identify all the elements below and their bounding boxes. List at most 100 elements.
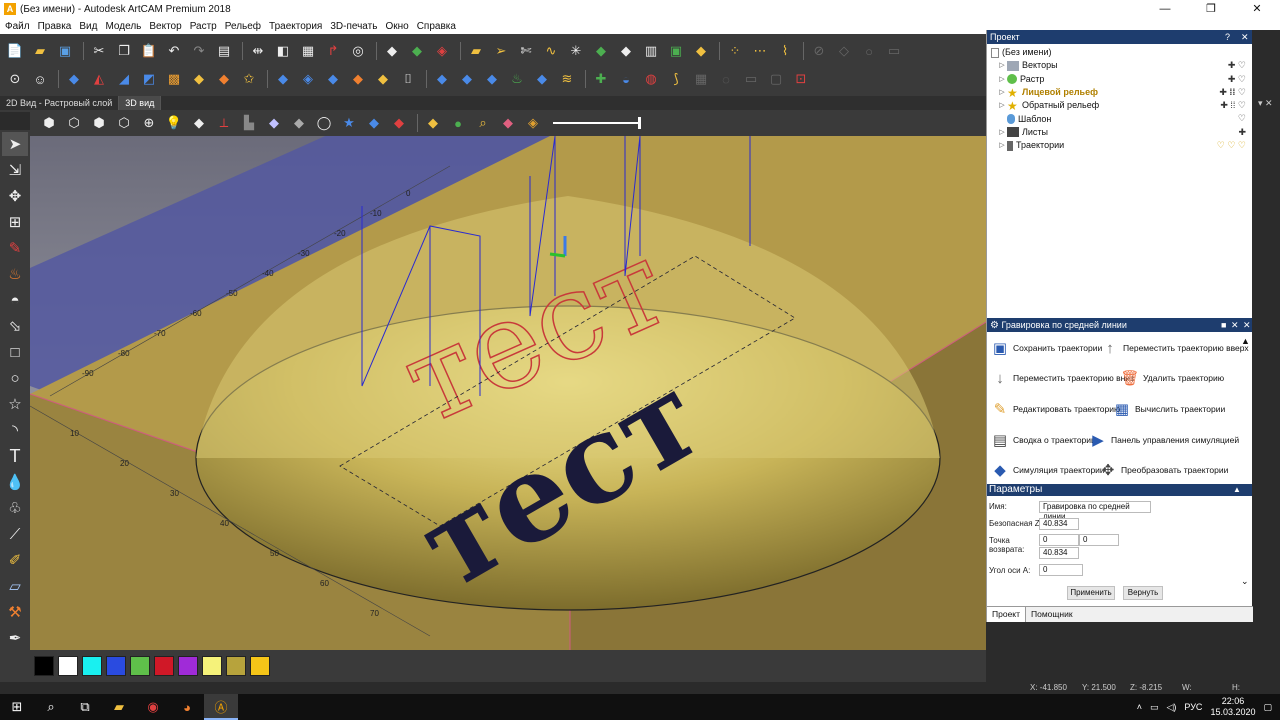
layer-blue-3-icon[interactable]: ◆ [481, 68, 503, 90]
split-view-icon[interactable]: ◧ [272, 40, 294, 62]
frame-icon[interactable]: ▥ [640, 40, 662, 62]
disabled-tool-icon[interactable]: ▭ [740, 68, 762, 90]
home-z-field[interactable]: 40.834 [1039, 547, 1079, 559]
yellow-view-icon[interactable]: ◆ [422, 112, 444, 134]
task-view-icon[interactable]: ⧉ [68, 694, 102, 720]
layer-view-2-icon[interactable]: ◆ [288, 112, 310, 134]
float-icon[interactable]: ✕ [1231, 318, 1239, 332]
undo-icon[interactable]: ↶ [163, 40, 185, 62]
layer-green-icon[interactable]: ◆ [590, 40, 612, 62]
menu-3d-print[interactable]: 3D-печать [330, 21, 377, 32]
eyedropper-icon[interactable]: ✒ [2, 626, 28, 650]
vector-select-icon[interactable]: ⬂ [2, 314, 28, 338]
curve-icon[interactable]: ∿ [540, 40, 562, 62]
relief-paint-icon[interactable]: ◆ [381, 40, 403, 62]
axes-icon[interactable]: ⟂ [213, 112, 235, 134]
measure-icon[interactable]: ⇹ [247, 40, 269, 62]
tree-item-sheets[interactable]: ▷ Листы ✚ [991, 126, 1252, 139]
color-swatch-black[interactable] [34, 656, 54, 676]
transform-toolpaths-button[interactable]: ✥ Преобразовать траектории [1097, 456, 1229, 484]
delete-toolpath-button[interactable]: 🗑 Удалить траекторию [1119, 364, 1224, 392]
expand-icon[interactable]: ▷ [997, 86, 1007, 99]
menu-bitmap[interactable]: Растр [190, 21, 217, 32]
tree-item-actions[interactable]: ♡ [1238, 112, 1246, 125]
cube-front-icon[interactable]: ⬡ [63, 112, 85, 134]
color-swatch-red[interactable] [154, 656, 174, 676]
transform-icon[interactable]: ✥ [2, 184, 28, 208]
redo-icon[interactable]: ↷ [188, 40, 210, 62]
save-icon[interactable]: ▣ [54, 40, 76, 62]
move-up-button[interactable]: ↑ Переместить траекторию вверх [1099, 334, 1248, 362]
target-frame-icon[interactable]: ⊡ [790, 68, 812, 90]
project-close-button[interactable]: ✕ [1241, 30, 1249, 44]
file-explorer-icon[interactable]: ▰ [102, 694, 136, 720]
maximize-button[interactable]: ❐ [1188, 0, 1234, 18]
blue-shape-icon[interactable]: ◆ [63, 68, 85, 90]
parameters-collapse-icon[interactable]: ▲ [1233, 484, 1241, 496]
transparency-slider[interactable] [553, 117, 641, 129]
notes-icon[interactable]: ▤ [213, 40, 235, 62]
star-blue-icon[interactable]: ★ [338, 112, 360, 134]
node-edit-icon[interactable]: ⇲ [2, 158, 28, 182]
toolpath-close-icon[interactable]: ✕ [1243, 318, 1251, 332]
collapse-up-icon[interactable]: ▲ [1241, 336, 1250, 346]
relief-color-icon[interactable]: ◈ [431, 40, 453, 62]
disabled-tool-icon[interactable]: ▢ [765, 68, 787, 90]
rainbow-icon[interactable]: ◈ [522, 112, 544, 134]
blue-plate-icon[interactable]: ◆ [322, 68, 344, 90]
yellow-plate-icon[interactable]: ◆ [372, 68, 394, 90]
color-layer-icon[interactable]: ◆ [497, 112, 519, 134]
pot-icon[interactable]: ◒ [615, 68, 637, 90]
disabled-tool-icon[interactable]: ◇ [833, 40, 855, 62]
tree-item-actions[interactable]: ✚ ♡ [1228, 59, 1246, 72]
expand-icon[interactable]: ▷ [997, 99, 1007, 112]
machine-icon[interactable]: ▙ [238, 112, 260, 134]
orange-lift-icon[interactable]: ◆ [213, 68, 235, 90]
apply-button[interactable]: Применить [1067, 586, 1115, 600]
expand-icon[interactable]: ▷ [997, 73, 1007, 86]
volume-icon[interactable]: ◁) [1166, 702, 1176, 713]
chrome-icon[interactable]: ◉ [136, 694, 170, 720]
network-icon[interactable]: ▭ [1150, 702, 1159, 713]
cube-iso-icon[interactable]: ⬢ [38, 112, 60, 134]
drop-icon[interactable]: 💧 [2, 470, 28, 494]
copy-icon[interactable]: ❐ [113, 40, 135, 62]
eraser-icon[interactable]: ▱ [2, 574, 28, 598]
star-icon[interactable]: ☆ [2, 392, 28, 416]
bracket-icon[interactable]: ⟆ [665, 68, 687, 90]
edit-toolpath-button[interactable]: ✎ Редактировать траекторию [989, 395, 1121, 423]
pin-icon[interactable]: ■ [1221, 318, 1226, 332]
home-x-field[interactable]: 0 [1039, 534, 1079, 546]
dashes-icon[interactable]: ⋯ [749, 40, 771, 62]
name-field[interactable]: Гравировка по средней линии [1039, 501, 1151, 521]
close-button[interactable]: ✕ [1234, 0, 1280, 18]
circle-select-icon[interactable]: ◯ [313, 112, 335, 134]
simulation-panel-button[interactable]: ▶ Панель управления симуляцией [1087, 426, 1239, 454]
3d-viewport[interactable]: -90 -80 -70 -60 -50 -40 -30 -20 -10 0 10… [30, 136, 986, 650]
cube-top-icon[interactable]: ⬡ [113, 112, 135, 134]
mirror-icon[interactable]: ↱ [322, 40, 344, 62]
grid-icon[interactable]: ▦ [297, 40, 319, 62]
disabled-tool-icon[interactable]: ▦ [690, 68, 712, 90]
tree-item-vectors[interactable]: ▷ Векторы ✚ ♡ [991, 59, 1252, 72]
minimize-button[interactable]: — [1142, 0, 1188, 18]
layer-merge-icon[interactable]: ◆ [531, 68, 553, 90]
color-swatch-cyan[interactable] [82, 656, 102, 676]
zoom-icon[interactable]: ⊕ [138, 112, 160, 134]
scissors-vector-icon[interactable]: ✄ [515, 40, 537, 62]
pencil-red-icon[interactable]: ✎ [2, 236, 28, 260]
arrow-vector-icon[interactable]: ➢ [490, 40, 512, 62]
star-burst-icon[interactable]: ✳ [565, 40, 587, 62]
tab-assistant[interactable]: Помощник [1026, 607, 1078, 622]
toolpath-summary-button[interactable]: ▤ Сводка о траектории [989, 426, 1096, 454]
blue-stack-icon[interactable]: ◈ [297, 68, 319, 90]
expand-icon[interactable]: ▷ [997, 139, 1007, 152]
open-project-icon[interactable]: ▰ [465, 40, 487, 62]
tab-3d-view[interactable]: 3D вид [119, 96, 162, 110]
search-star-icon[interactable]: ⌕ [472, 112, 494, 134]
tree-item-actions[interactable]: ✚ ⁞⁞ ♡ [1220, 99, 1246, 112]
blue-flat-icon[interactable]: ◆ [272, 68, 294, 90]
axis-a-field[interactable]: 0 [1039, 564, 1083, 576]
tray-chevron-icon[interactable]: ˄ [1137, 702, 1142, 712]
layer-blue-icon[interactable]: ◆ [431, 68, 453, 90]
